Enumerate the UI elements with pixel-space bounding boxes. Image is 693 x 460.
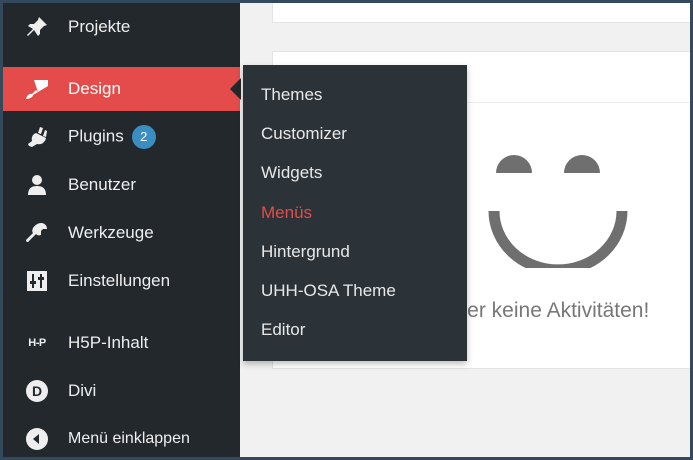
user-icon	[23, 173, 51, 197]
submenu-item-hintergrund[interactable]: Hintergrund	[261, 242, 350, 262]
plug-icon	[23, 125, 51, 149]
admin-sidebar: Projekte Design Plugins 2 Benutzer Werkz…	[3, 3, 241, 457]
h5p-icon: H-P	[28, 337, 46, 349]
sidebar-item-label: Divi	[68, 381, 97, 400]
sidebar-item-label: Projekte	[68, 17, 131, 36]
submenu-item-themes[interactable]: Themes	[261, 85, 322, 105]
submenu-item-widgets[interactable]: Widgets	[261, 163, 322, 183]
wrench-icon	[23, 221, 51, 245]
sidebar-item-label: Menü einklappen	[68, 430, 190, 447]
admin-frame: sher keine Aktivitäten! Projekte Design	[0, 0, 693, 460]
collapse-icon	[23, 427, 51, 451]
sidebar-item-design[interactable]: Design	[3, 67, 241, 111]
collapse-menu-button[interactable]: Menü einklappen	[3, 417, 240, 457]
design-submenu: Themes Customizer Widgets Menüs Hintergr…	[243, 65, 467, 361]
paintbrush-icon	[23, 77, 51, 101]
sidebar-item-divi[interactable]: D Divi	[3, 369, 240, 413]
sidebar-item-werkzeuge[interactable]: Werkzeuge	[3, 211, 240, 255]
sidebar-item-label: Design	[68, 79, 121, 98]
submenu-item-customizer[interactable]: Customizer	[261, 124, 347, 144]
sidebar-item-einstellungen[interactable]: Einstellungen	[3, 259, 240, 303]
sidebar-item-h5p-inhalt[interactable]: H-P H5P-Inhalt	[3, 321, 240, 365]
sidebar-item-label: Benutzer	[68, 175, 137, 194]
submenu-item-uhh-osa-theme[interactable]: UHH-OSA Theme	[261, 281, 396, 301]
sidebar-item-projekte[interactable]: Projekte	[3, 5, 240, 49]
pin-icon	[23, 15, 51, 39]
sidebar-item-plugins[interactable]: Plugins 2	[3, 115, 240, 159]
update-count-badge: 2	[131, 125, 156, 149]
submenu-item-menus[interactable]: Menüs	[261, 203, 312, 223]
sidebar-item-label: Einstellungen	[68, 271, 171, 290]
dashboard-widget-top	[272, 3, 690, 23]
smiley-face-icon	[488, 155, 628, 268]
sidebar-item-label: H5P-Inhalt	[68, 333, 149, 352]
sliders-icon	[23, 269, 51, 293]
activity-empty-message: sher keine Aktivitäten!	[445, 299, 650, 322]
divi-icon: D	[23, 379, 51, 403]
sidebar-item-label: Plugins	[68, 126, 124, 146]
submenu-item-editor[interactable]: Editor	[261, 320, 305, 340]
sidebar-item-label: Werkzeuge	[68, 223, 154, 242]
sidebar-item-benutzer[interactable]: Benutzer	[3, 163, 240, 207]
svg-text:D: D	[32, 383, 42, 399]
